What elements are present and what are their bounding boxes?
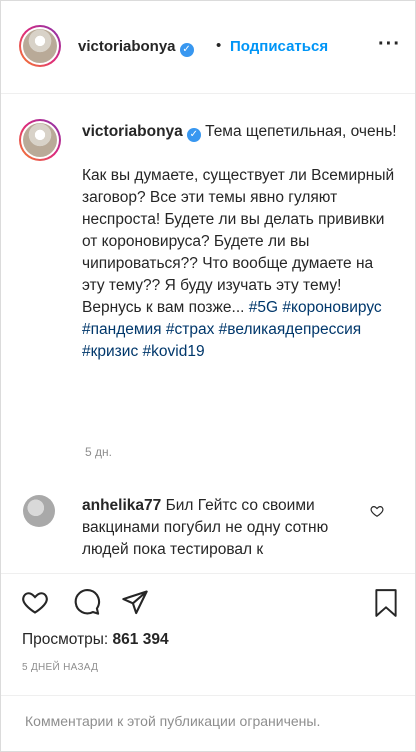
- post-panel: victoriabonya ✓ • Подписаться ··· victori…: [0, 0, 416, 752]
- post-header: victoriabonya ✓ • Подписаться ···: [1, 1, 415, 94]
- caption-avatar[interactable]: [19, 119, 61, 161]
- caption-body: Как вы думаете, существует ли Всемирный …: [82, 167, 395, 316]
- verified-icon: ✓: [186, 128, 201, 142]
- comment-like-icon[interactable]: [370, 504, 384, 518]
- header-username-text[interactable]: victoriabonya: [78, 38, 176, 55]
- follow-button[interactable]: Подписаться: [230, 38, 328, 55]
- like-icon[interactable]: [21, 588, 49, 616]
- share-icon[interactable]: [121, 588, 149, 616]
- comment-avatar[interactable]: [23, 495, 55, 527]
- hashtag-link[interactable]: #5G: [249, 299, 278, 316]
- hashtag-link[interactable]: #короновирус: [282, 299, 381, 316]
- hashtag-link[interactable]: #пандемия: [82, 321, 162, 338]
- hashtag-link[interactable]: #страх: [166, 321, 214, 338]
- comments-restricted-footer: Комментарии к этой публикации ограничены…: [1, 695, 415, 752]
- caption-timestamp[interactable]: 5 дн.: [85, 445, 112, 459]
- comment-icon[interactable]: [73, 588, 101, 616]
- post-date[interactable]: 5 ДНЕЙ НАЗАД: [22, 662, 98, 673]
- more-options-icon[interactable]: ···: [378, 33, 401, 56]
- caption-username[interactable]: victoriabonya: [82, 123, 183, 140]
- action-bar: [1, 573, 415, 638]
- hashtag-link[interactable]: #kovid19: [143, 343, 205, 360]
- views-value: 861 394: [112, 631, 169, 648]
- comments-restricted-text: Комментарии к этой публикации ограничены…: [25, 713, 321, 729]
- header-username[interactable]: victoriabonya ✓: [78, 38, 194, 57]
- hashtag-link[interactable]: #кризис: [82, 343, 138, 360]
- caption-line1: Тема щепетильная, очень!: [205, 123, 397, 140]
- caption-text: victoriabonya ✓ Тема щепетильная, очень! …: [82, 121, 397, 363]
- profile-avatar[interactable]: [19, 25, 61, 67]
- views-label: Просмотры:: [22, 631, 109, 648]
- comment-item: anhelika77 Бил Гейтс со своими вакцинами…: [82, 495, 372, 561]
- bookmark-icon[interactable]: [373, 588, 399, 618]
- views-count: Просмотры: 861 394: [22, 631, 169, 649]
- verified-icon: ✓: [179, 43, 194, 57]
- separator-dot: •: [216, 37, 222, 54]
- comment-username[interactable]: anhelika77: [82, 497, 161, 514]
- hashtag-link[interactable]: #великаядепрессия: [219, 321, 361, 338]
